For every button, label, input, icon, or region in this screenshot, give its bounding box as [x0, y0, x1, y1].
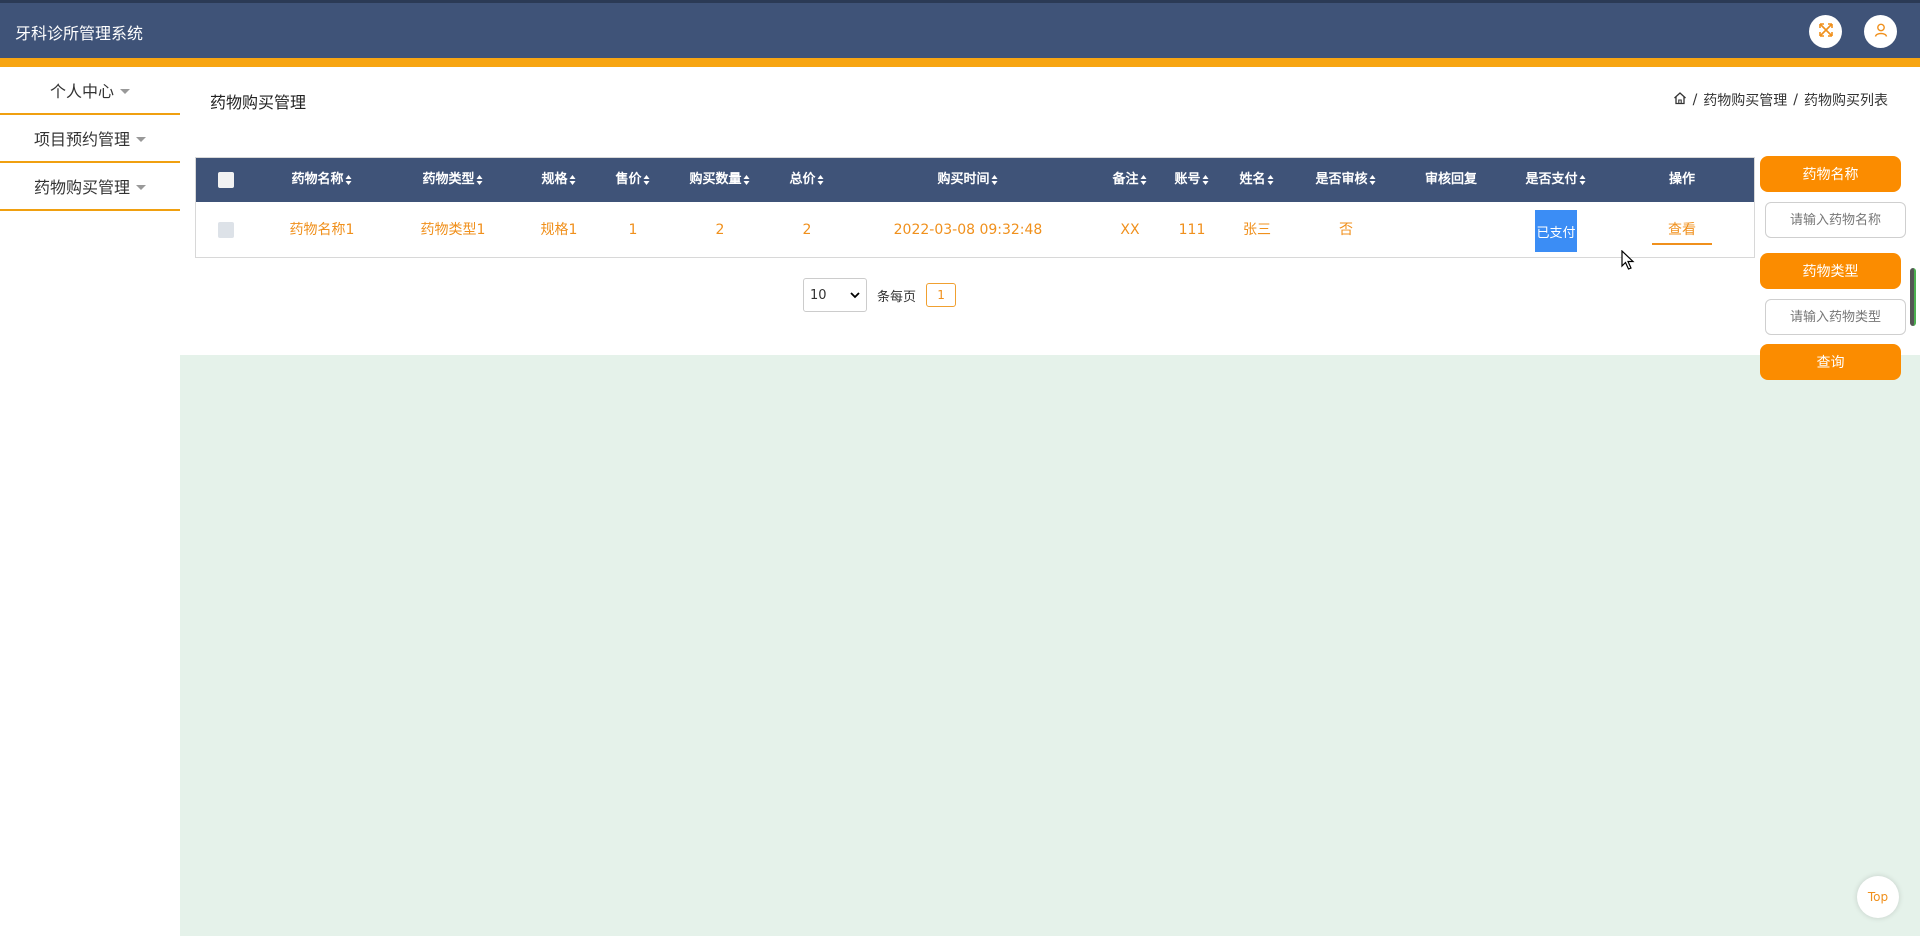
medicine-type-label-button[interactable]: 药物类型	[1760, 253, 1901, 289]
sidebar-item-label: 药物购买管理	[33, 178, 130, 197]
column-header-type[interactable]: 药物类型	[422, 158, 483, 202]
sidebar-item-personal-center[interactable]: 个人中心	[0, 67, 180, 115]
sidebar-item-appointment-management[interactable]: 项目预约管理	[0, 115, 180, 163]
cell-price: 1	[628, 222, 638, 238]
column-header-qty[interactable]: 购买数量	[689, 158, 750, 202]
scrollbar-thumb[interactable]	[1910, 268, 1916, 326]
column-header-total[interactable]: 总价	[789, 158, 824, 202]
column-header-price[interactable]: 售价	[615, 158, 650, 202]
sort-icon	[1369, 174, 1377, 185]
user-icon	[1873, 22, 1889, 42]
pagination: 10 条每页 1	[803, 278, 957, 312]
sort-icon	[817, 174, 825, 185]
sort-icon	[991, 174, 999, 185]
app-title: 牙科诊所管理系统	[15, 24, 144, 43]
column-header-audit[interactable]: 是否审核	[1315, 158, 1376, 202]
page-title: 药物购买管理	[210, 93, 307, 112]
medicine-name-input[interactable]	[1765, 202, 1906, 238]
sidebar-item-medicine-purchase[interactable]: 药物购买管理	[0, 163, 180, 211]
caret-down-icon	[136, 136, 146, 142]
cell-type: 药物类型1	[420, 222, 486, 238]
page-size-value: 10	[810, 287, 827, 303]
breadcrumb-level2: 药物购买列表	[1804, 93, 1888, 109]
mouse-cursor-icon	[1621, 249, 1635, 274]
back-to-top-button[interactable]: Top	[1857, 876, 1899, 918]
page-size-select[interactable]: 10	[803, 278, 867, 312]
page-number-current[interactable]: 1	[926, 283, 957, 307]
column-header-username[interactable]: 姓名	[1239, 158, 1274, 202]
cell-username: 张三	[1243, 222, 1271, 238]
column-header-reply: 审核回复	[1424, 172, 1478, 187]
sort-icon	[345, 174, 353, 185]
table-header: 药物名称 药物类型 规格 售价 购买数量 总价 购买时间 备注 账号 姓名 是否…	[196, 158, 1754, 202]
sort-icon	[1140, 174, 1148, 185]
column-header-paid[interactable]: 是否支付	[1525, 158, 1586, 202]
user-button[interactable]	[1864, 15, 1897, 48]
fullscreen-button[interactable]	[1809, 15, 1842, 48]
cell-time: 2022-03-08 09:32:48	[893, 222, 1043, 238]
caret-down-icon	[120, 88, 130, 94]
column-header-note[interactable]: 备注	[1112, 158, 1147, 202]
sort-icon	[476, 174, 484, 185]
medicine-type-input[interactable]	[1765, 299, 1906, 335]
sort-icon	[643, 174, 651, 185]
sort-icon	[569, 174, 577, 185]
content-background	[180, 355, 1920, 936]
breadcrumb-separator: /	[1793, 92, 1798, 108]
column-header-time[interactable]: 购买时间	[937, 158, 998, 202]
view-button[interactable]: 查看	[1652, 215, 1712, 245]
purchase-table: 药物名称 药物类型 规格 售价 购买数量 总价 购买时间 备注 账号 姓名 是否…	[195, 157, 1755, 258]
sort-icon	[1267, 174, 1275, 185]
column-header-account[interactable]: 账号	[1174, 158, 1209, 202]
cell-account: 111	[1178, 222, 1206, 238]
medicine-name-label-button[interactable]: 药物名称	[1760, 156, 1901, 192]
sort-icon	[743, 174, 751, 185]
caret-down-icon	[136, 184, 146, 190]
paid-status-badge: 已支付	[1535, 210, 1577, 252]
cell-audit: 否	[1339, 222, 1353, 238]
sort-icon	[1579, 174, 1587, 185]
query-button[interactable]: 查询	[1760, 344, 1901, 380]
select-all-checkbox[interactable]	[218, 172, 234, 188]
cell-qty: 2	[715, 222, 725, 238]
cell-spec: 规格1	[540, 222, 578, 238]
column-header-name[interactable]: 药物名称	[291, 158, 352, 202]
sidebar-item-label: 项目预约管理	[33, 130, 130, 149]
per-page-label: 条每页	[877, 289, 917, 305]
column-header-action: 操作	[1668, 172, 1696, 187]
home-icon[interactable]	[1673, 91, 1687, 109]
sidebar-item-label: 个人中心	[49, 82, 114, 101]
column-header-spec[interactable]: 规格	[541, 158, 576, 202]
row-checkbox[interactable]	[218, 222, 234, 238]
breadcrumb-level1[interactable]: 药物购买管理	[1703, 90, 1787, 110]
cell-name: 药物名称1	[289, 222, 355, 238]
top-bar: 牙科诊所管理系统	[0, 0, 1920, 58]
sidebar: 个人中心 项目预约管理 药物购买管理	[0, 67, 180, 211]
fullscreen-icon	[1818, 22, 1834, 42]
sort-icon	[1202, 174, 1210, 185]
breadcrumb: / 药物购买管理 / 药物购买列表	[1673, 90, 1888, 110]
breadcrumb-separator: /	[1692, 92, 1698, 108]
cell-total: 2	[802, 222, 812, 238]
cell-note: XX	[1120, 222, 1140, 238]
header-accent-strip	[0, 58, 1920, 67]
chevron-down-icon	[850, 288, 860, 303]
